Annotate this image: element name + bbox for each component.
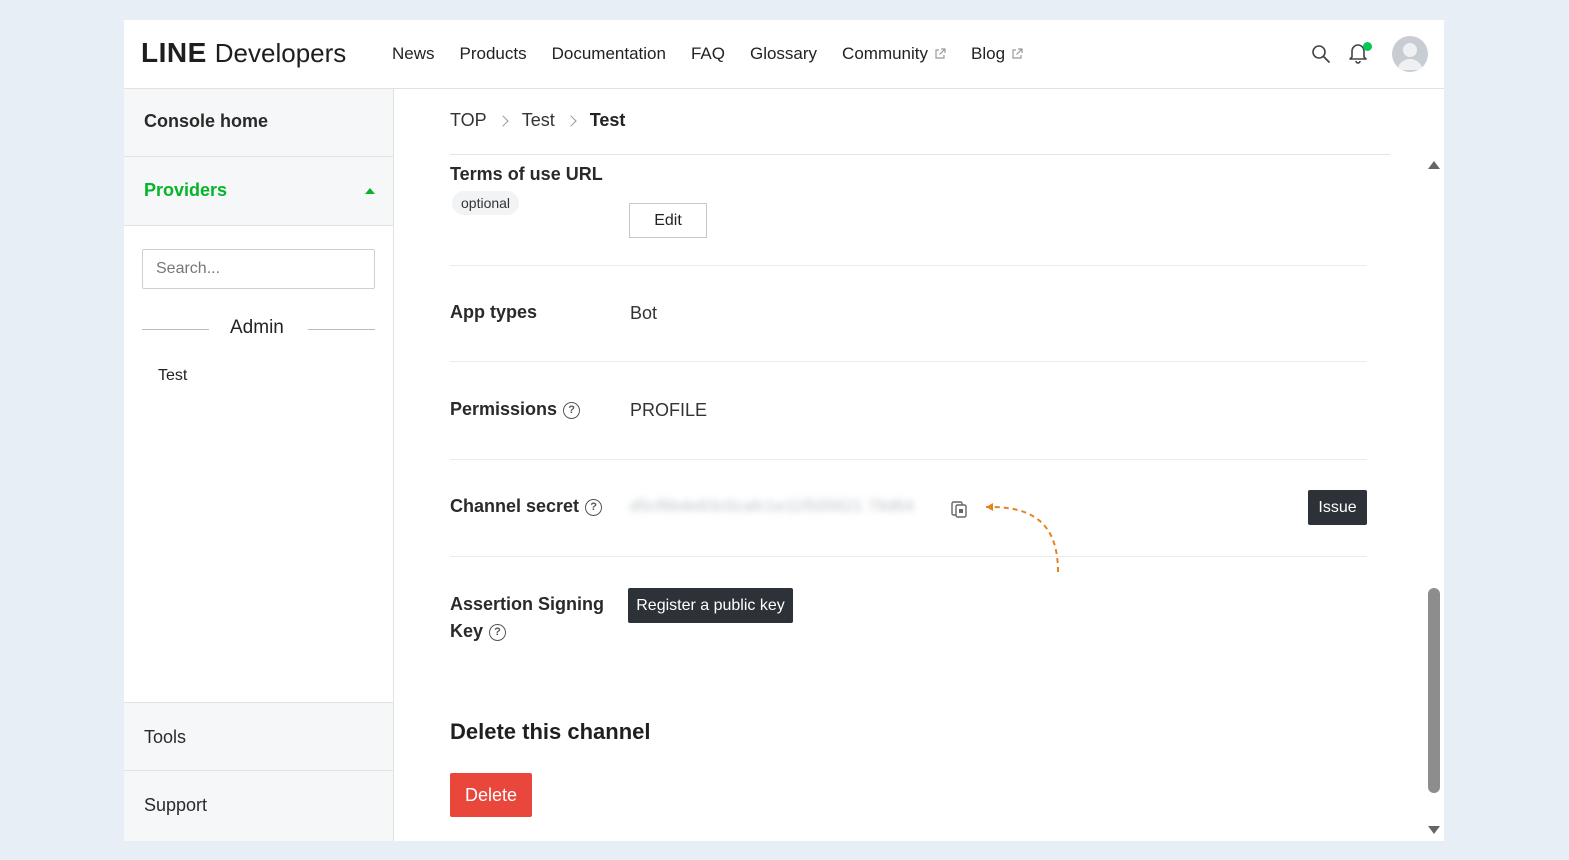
- sidebar-item-test[interactable]: Test: [158, 367, 187, 385]
- issue-secret-button[interactable]: Issue: [1308, 490, 1367, 525]
- channel-secret-label: Channel secret?: [450, 493, 603, 520]
- sidebar-console-home[interactable]: Console home: [124, 89, 393, 157]
- divider: [142, 329, 209, 330]
- assertion-key-label: Assertion Signing Key?: [450, 591, 604, 645]
- logo-line-text: LINE: [141, 37, 207, 68]
- app-types-label: App types: [450, 302, 538, 322]
- copy-icon[interactable]: [950, 499, 968, 519]
- nav-faq[interactable]: FAQ: [691, 44, 725, 64]
- delete-channel-heading: Delete this channel: [450, 719, 651, 744]
- nav-glossary[interactable]: Glossary: [750, 44, 817, 64]
- nav-label: Products: [459, 44, 527, 63]
- nav-label: Community: [842, 44, 929, 63]
- scroll-down-arrow-icon[interactable]: [1428, 826, 1440, 834]
- logo-developers-text: Developers: [214, 38, 347, 68]
- nav-label: Documentation: [551, 44, 666, 63]
- divider: [450, 459, 1367, 460]
- line-developers-logo[interactable]: LINE Developers: [141, 37, 346, 69]
- permissions-label: Permissions?: [450, 396, 581, 423]
- delete-channel-button[interactable]: Delete: [450, 773, 532, 817]
- register-public-key-button[interactable]: Register a public key: [628, 588, 793, 623]
- tools-label: Tools: [144, 727, 187, 747]
- chevron-right-icon: [565, 114, 577, 127]
- admin-group-label: Admin: [230, 317, 284, 338]
- nav-label: Blog: [971, 44, 1006, 63]
- sidebar-providers[interactable]: Providers: [124, 157, 393, 226]
- breadcrumb-provider[interactable]: Test: [522, 110, 555, 131]
- breadcrumb: TOP Test Test: [450, 110, 625, 131]
- search-icon[interactable]: [1311, 44, 1331, 64]
- nav-community[interactable]: Community: [842, 44, 946, 64]
- divider: [450, 361, 1367, 362]
- nav-label: News: [392, 44, 435, 63]
- nav-label: Glossary: [749, 44, 818, 63]
- sidebar-tools[interactable]: Tools: [124, 702, 393, 771]
- permissions-label-text: Permissions: [450, 399, 558, 419]
- app-window: LINE Developers News Products Documentati…: [124, 20, 1444, 841]
- top-header: LINE Developers News Products Documentati…: [124, 20, 1444, 89]
- nav-products[interactable]: Products: [460, 44, 527, 64]
- main-nav: News Products Documentation FAQ Glossary…: [392, 44, 1048, 64]
- scroll-up-arrow-icon[interactable]: [1428, 161, 1440, 169]
- divider: [450, 556, 1367, 557]
- breadcrumb-current: Test: [589, 110, 626, 130]
- channel-secret-label-text: Channel secret: [450, 496, 580, 516]
- external-link-icon: [1012, 48, 1023, 59]
- help-icon[interactable]: ?: [489, 623, 507, 641]
- vertical-scrollbar[interactable]: [1424, 158, 1444, 841]
- scroll-thumb[interactable]: [1428, 588, 1440, 793]
- nav-documentation[interactable]: Documentation: [552, 44, 666, 64]
- chevron-right-icon: [497, 114, 509, 127]
- help-icon[interactable]: ?: [563, 401, 581, 419]
- notification-dot: [1363, 42, 1372, 51]
- breadcrumb-top[interactable]: TOP: [450, 110, 487, 131]
- divider: [450, 265, 1367, 266]
- help-icon[interactable]: ?: [585, 498, 603, 516]
- divider: [450, 154, 1390, 155]
- annotation-arrow-icon: [985, 503, 1059, 573]
- assertion-key-label-line2: Key: [450, 621, 484, 641]
- sidebar-support[interactable]: Support: [124, 771, 393, 841]
- app-types-value: Bot: [630, 303, 658, 323]
- support-label: Support: [144, 795, 208, 815]
- nav-label: FAQ: [690, 44, 725, 63]
- nav-news[interactable]: News: [392, 44, 435, 64]
- caret-up-icon: [365, 188, 375, 194]
- edit-terms-button[interactable]: Edit: [629, 203, 707, 238]
- avatar[interactable]: [1392, 36, 1428, 72]
- console-home-label: Console home: [144, 111, 269, 131]
- terms-url-label: Terms of use URL: [450, 164, 603, 184]
- external-link-icon: [935, 48, 946, 59]
- main-content: TOP Test Test Terms of use URL optional …: [394, 89, 1444, 841]
- optional-badge: optional: [452, 191, 520, 215]
- nav-blog[interactable]: Blog: [971, 44, 1023, 64]
- providers-label: Providers: [144, 180, 228, 200]
- assertion-key-label-line1: Assertion Signing: [450, 594, 605, 614]
- divider: [308, 329, 375, 330]
- channel-secret-value: d5cf6b4e63c0cafc1e11f505621 79d64: [630, 498, 915, 515]
- permissions-value: PROFILE: [630, 400, 708, 420]
- provider-search-input[interactable]: [142, 249, 375, 289]
- avatar-silhouette-icon: [1397, 43, 1423, 70]
- sidebar: Console home Providers Admin Test Tools …: [124, 89, 394, 841]
